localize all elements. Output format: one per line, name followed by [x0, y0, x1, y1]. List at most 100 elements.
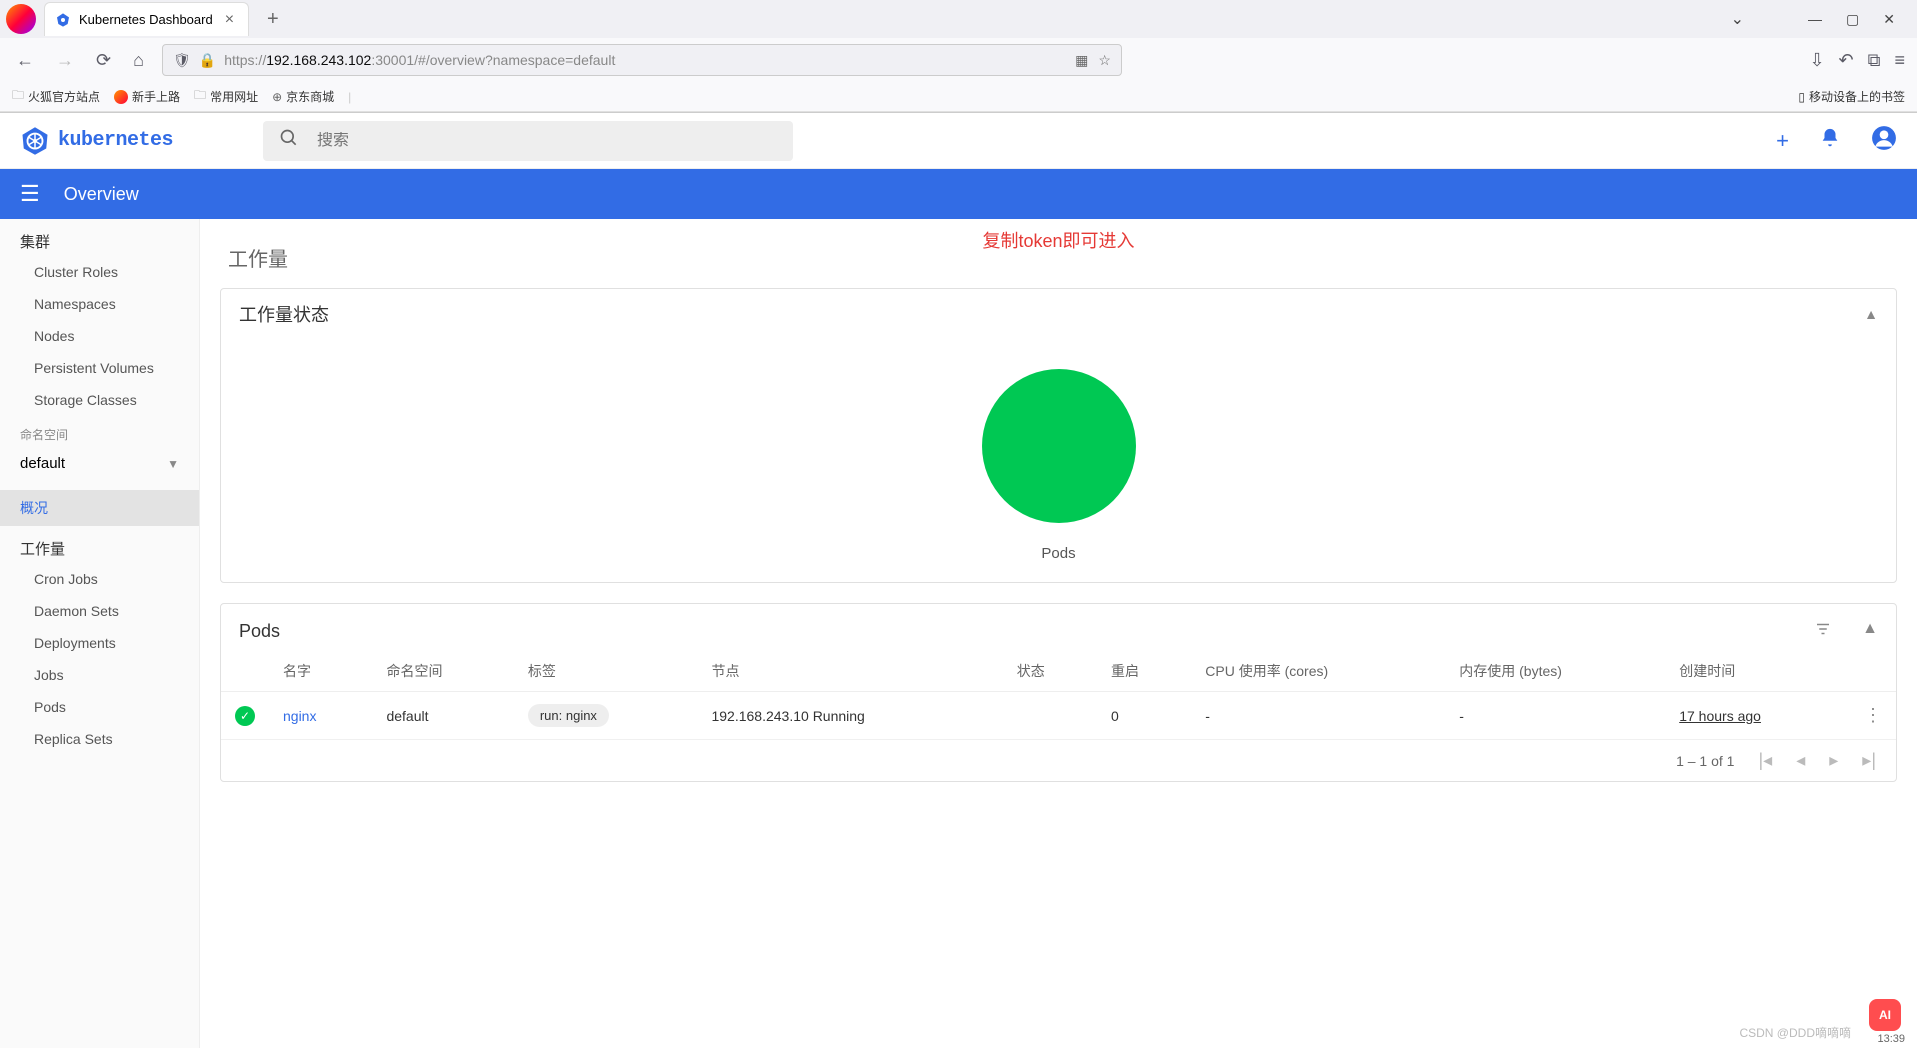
kubernetes-wheel-icon	[20, 126, 50, 156]
last-page-button[interactable]: ▸|	[1862, 750, 1876, 771]
sidebar-item-deployments[interactable]: Deployments	[0, 627, 199, 659]
forward-button[interactable]: →	[52, 46, 78, 75]
sidebar-item-daemonsets[interactable]: Daemon Sets	[0, 595, 199, 627]
right-nav: ⇩ ↶ ⧉ ≡	[1809, 50, 1905, 71]
back-button[interactable]: ←	[12, 46, 38, 75]
bookmark-sep: |	[348, 90, 351, 104]
tab-close-icon[interactable]: ×	[221, 11, 238, 29]
bookmark-jd[interactable]: ⊕京东商城	[272, 88, 334, 105]
bookmarks-bar: 🗀火狐官方站点 新手上路 🗀常用网址 ⊕京东商城 | ▯移动设备上的书签	[0, 82, 1917, 112]
label-chip: run: nginx	[528, 704, 609, 727]
col-name[interactable]: 名字	[269, 651, 372, 692]
maximize-button[interactable]: ▢	[1846, 11, 1859, 28]
close-window-button[interactable]: ✕	[1883, 11, 1895, 28]
sidebar-item-replicasets[interactable]: Replica Sets	[0, 723, 199, 755]
bookmark-star-icon[interactable]: ☆	[1098, 52, 1111, 69]
col-cpu: CPU 使用率 (cores)	[1191, 651, 1445, 692]
watermark-text: CSDN @DDD嘀嘀嘀	[1739, 1024, 1851, 1041]
cell-created: 17 hours ago	[1679, 708, 1761, 724]
pagination-range: 1 – 1 of 1	[1676, 753, 1734, 769]
sidebar-item-pods[interactable]: Pods	[0, 691, 199, 723]
globe-icon: ⊕	[272, 90, 282, 104]
hamburger-menu-icon[interactable]: ☰	[20, 181, 40, 207]
table-row[interactable]: ✓ nginx default run: nginx 192.168.243.1…	[221, 692, 1896, 740]
extensions-icon[interactable]: ⧉	[1868, 50, 1881, 71]
create-resource-button[interactable]: +	[1776, 128, 1789, 154]
app-header: kubernetes +	[0, 113, 1917, 169]
bookmark-firefox-official[interactable]: 🗀火狐官方站点	[12, 86, 100, 107]
firefox-icon[interactable]	[6, 4, 36, 34]
tab-bar: Kubernetes Dashboard × + ⌄ — ▢ ✕	[0, 0, 1917, 38]
chart-label: Pods	[1041, 545, 1075, 562]
bookmark-common-sites[interactable]: 🗀常用网址	[194, 86, 258, 107]
new-tab-button[interactable]: +	[259, 4, 287, 35]
collapse-icon[interactable]: ▲	[1862, 620, 1878, 643]
home-button[interactable]: ⌂	[129, 46, 148, 75]
sidebar-section-workloads: 工作量	[0, 526, 199, 563]
pod-name-link[interactable]: nginx	[283, 708, 316, 724]
chart-area: Pods	[221, 339, 1896, 582]
sidebar-item-persistent-volumes[interactable]: Persistent Volumes	[0, 352, 199, 384]
mobile-icon: ▯	[1798, 90, 1805, 104]
col-created: 创建时间	[1665, 651, 1850, 692]
qr-icon[interactable]: ▦	[1075, 52, 1088, 69]
namespace-selector[interactable]: default ▼	[0, 447, 199, 480]
cell-cpu: -	[1191, 692, 1445, 740]
row-menu-icon[interactable]: ⋮	[1864, 705, 1882, 725]
sidebar-item-namespaces[interactable]: Namespaces	[0, 288, 199, 320]
window-controls: ⌄ — ▢ ✕	[1731, 9, 1911, 29]
search-box[interactable]	[263, 121, 793, 161]
main-content[interactable]: 复制token即可进入 工作量 工作量状态 ▲ Pods Pods ▲	[200, 219, 1917, 1048]
folder-icon: 🗀	[194, 86, 206, 107]
browser-chrome: Kubernetes Dashboard × + ⌄ — ▢ ✕ ← → ⟳ ⌂…	[0, 0, 1917, 113]
tabs-dropdown-icon[interactable]: ⌄	[1731, 9, 1744, 29]
cell-node: 192.168.243.10	[711, 708, 808, 724]
lock-icon[interactable]: 🔒	[199, 52, 216, 69]
url-bar[interactable]: 🛡 🔒 https://192.168.243.102:30001/#/over…	[162, 44, 1122, 76]
folder-icon: 🗀	[12, 86, 24, 107]
pods-card: Pods ▲ 名字 命名空间 标签 节点 状态	[220, 603, 1897, 782]
next-page-button[interactable]: ▸	[1829, 750, 1838, 771]
prev-page-button[interactable]: ◂	[1796, 750, 1805, 771]
bookmark-getting-started[interactable]: 新手上路	[114, 88, 180, 105]
table-title: Pods	[239, 621, 280, 642]
pods-table: 名字 命名空间 标签 节点 状态 重启 CPU 使用率 (cores) 内存使用…	[221, 651, 1896, 740]
cell-restarts: 0	[1097, 692, 1191, 740]
notifications-button[interactable]	[1819, 127, 1841, 155]
sidebar-item-jobs[interactable]: Jobs	[0, 659, 199, 691]
url-text: https://192.168.243.102:30001/#/overview…	[224, 52, 1067, 68]
kubernetes-favicon-icon	[55, 12, 71, 28]
sidebar-item-cronjobs[interactable]: Cron Jobs	[0, 563, 199, 595]
bookmark-mobile[interactable]: ▯移动设备上的书签	[1798, 88, 1905, 105]
chevron-down-icon: ▼	[167, 457, 179, 471]
kubernetes-logo[interactable]: kubernetes	[20, 126, 173, 156]
collapse-icon[interactable]: ▲	[1864, 306, 1878, 322]
ai-badge-icon[interactable]: AI	[1869, 999, 1901, 1031]
minimize-button[interactable]: —	[1808, 11, 1822, 27]
undo-nav-icon[interactable]: ↶	[1839, 50, 1854, 71]
pods-pie-chart	[982, 369, 1136, 523]
sidebar-item-nodes[interactable]: Nodes	[0, 320, 199, 352]
page-title: Overview	[64, 184, 139, 205]
sidebar-item-storage-classes[interactable]: Storage Classes	[0, 384, 199, 416]
browser-tab[interactable]: Kubernetes Dashboard ×	[44, 2, 249, 36]
search-icon	[279, 128, 299, 154]
sidebar[interactable]: 集群 Cluster Roles Namespaces Nodes Persis…	[0, 219, 200, 1048]
col-node: 节点	[697, 651, 1002, 692]
filter-icon[interactable]	[1814, 620, 1832, 643]
first-page-button[interactable]: |◂	[1758, 750, 1772, 771]
menu-button[interactable]: ≡	[1894, 50, 1905, 71]
pagination: 1 – 1 of 1 |◂ ◂ ▸ ▸|	[221, 740, 1896, 781]
col-namespace: 命名空间	[372, 651, 513, 692]
search-input[interactable]	[317, 132, 777, 150]
tab-title: Kubernetes Dashboard	[79, 12, 213, 27]
sidebar-item-cluster-roles[interactable]: Cluster Roles	[0, 256, 199, 288]
cell-memory: -	[1445, 692, 1665, 740]
table-header: Pods ▲	[221, 604, 1896, 651]
status-ok-icon: ✓	[235, 706, 255, 726]
shield-icon[interactable]: 🛡	[173, 52, 191, 69]
user-menu-button[interactable]	[1871, 125, 1897, 157]
reload-button[interactable]: ⟳	[92, 46, 115, 75]
sidebar-item-overview[interactable]: 概况	[0, 490, 199, 526]
save-pocket-icon[interactable]: ⇩	[1809, 50, 1824, 71]
